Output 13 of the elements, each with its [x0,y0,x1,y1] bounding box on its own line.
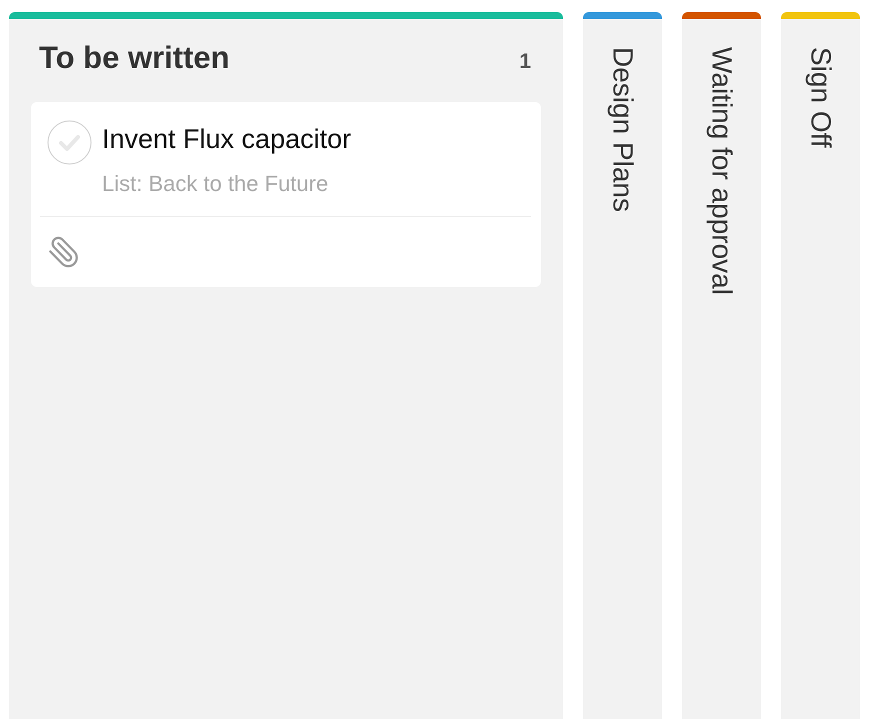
card-count: 1 [519,50,531,74]
column-title[interactable]: Sign Off [806,47,834,148]
column-title[interactable]: Waiting for approval [708,47,736,295]
card-list-label: List: Back to the Future [102,171,330,196]
collapsed-column-panel[interactable]: Design Plans [583,19,662,719]
paperclip-icon[interactable] [47,235,81,270]
card-title: Invent Flux capacitor [102,124,352,154]
collapsed-column-panel[interactable]: Sign Off [781,19,860,719]
column-title[interactable]: Design Plans [608,47,636,212]
task-card[interactable]: Invent Flux capacitor List: Back to the Future [31,102,541,288]
collapsed-column-panel[interactable]: Waiting for approval [682,19,761,719]
complete-checkbox[interactable] [47,120,92,166]
column-title: To be written [39,39,230,76]
